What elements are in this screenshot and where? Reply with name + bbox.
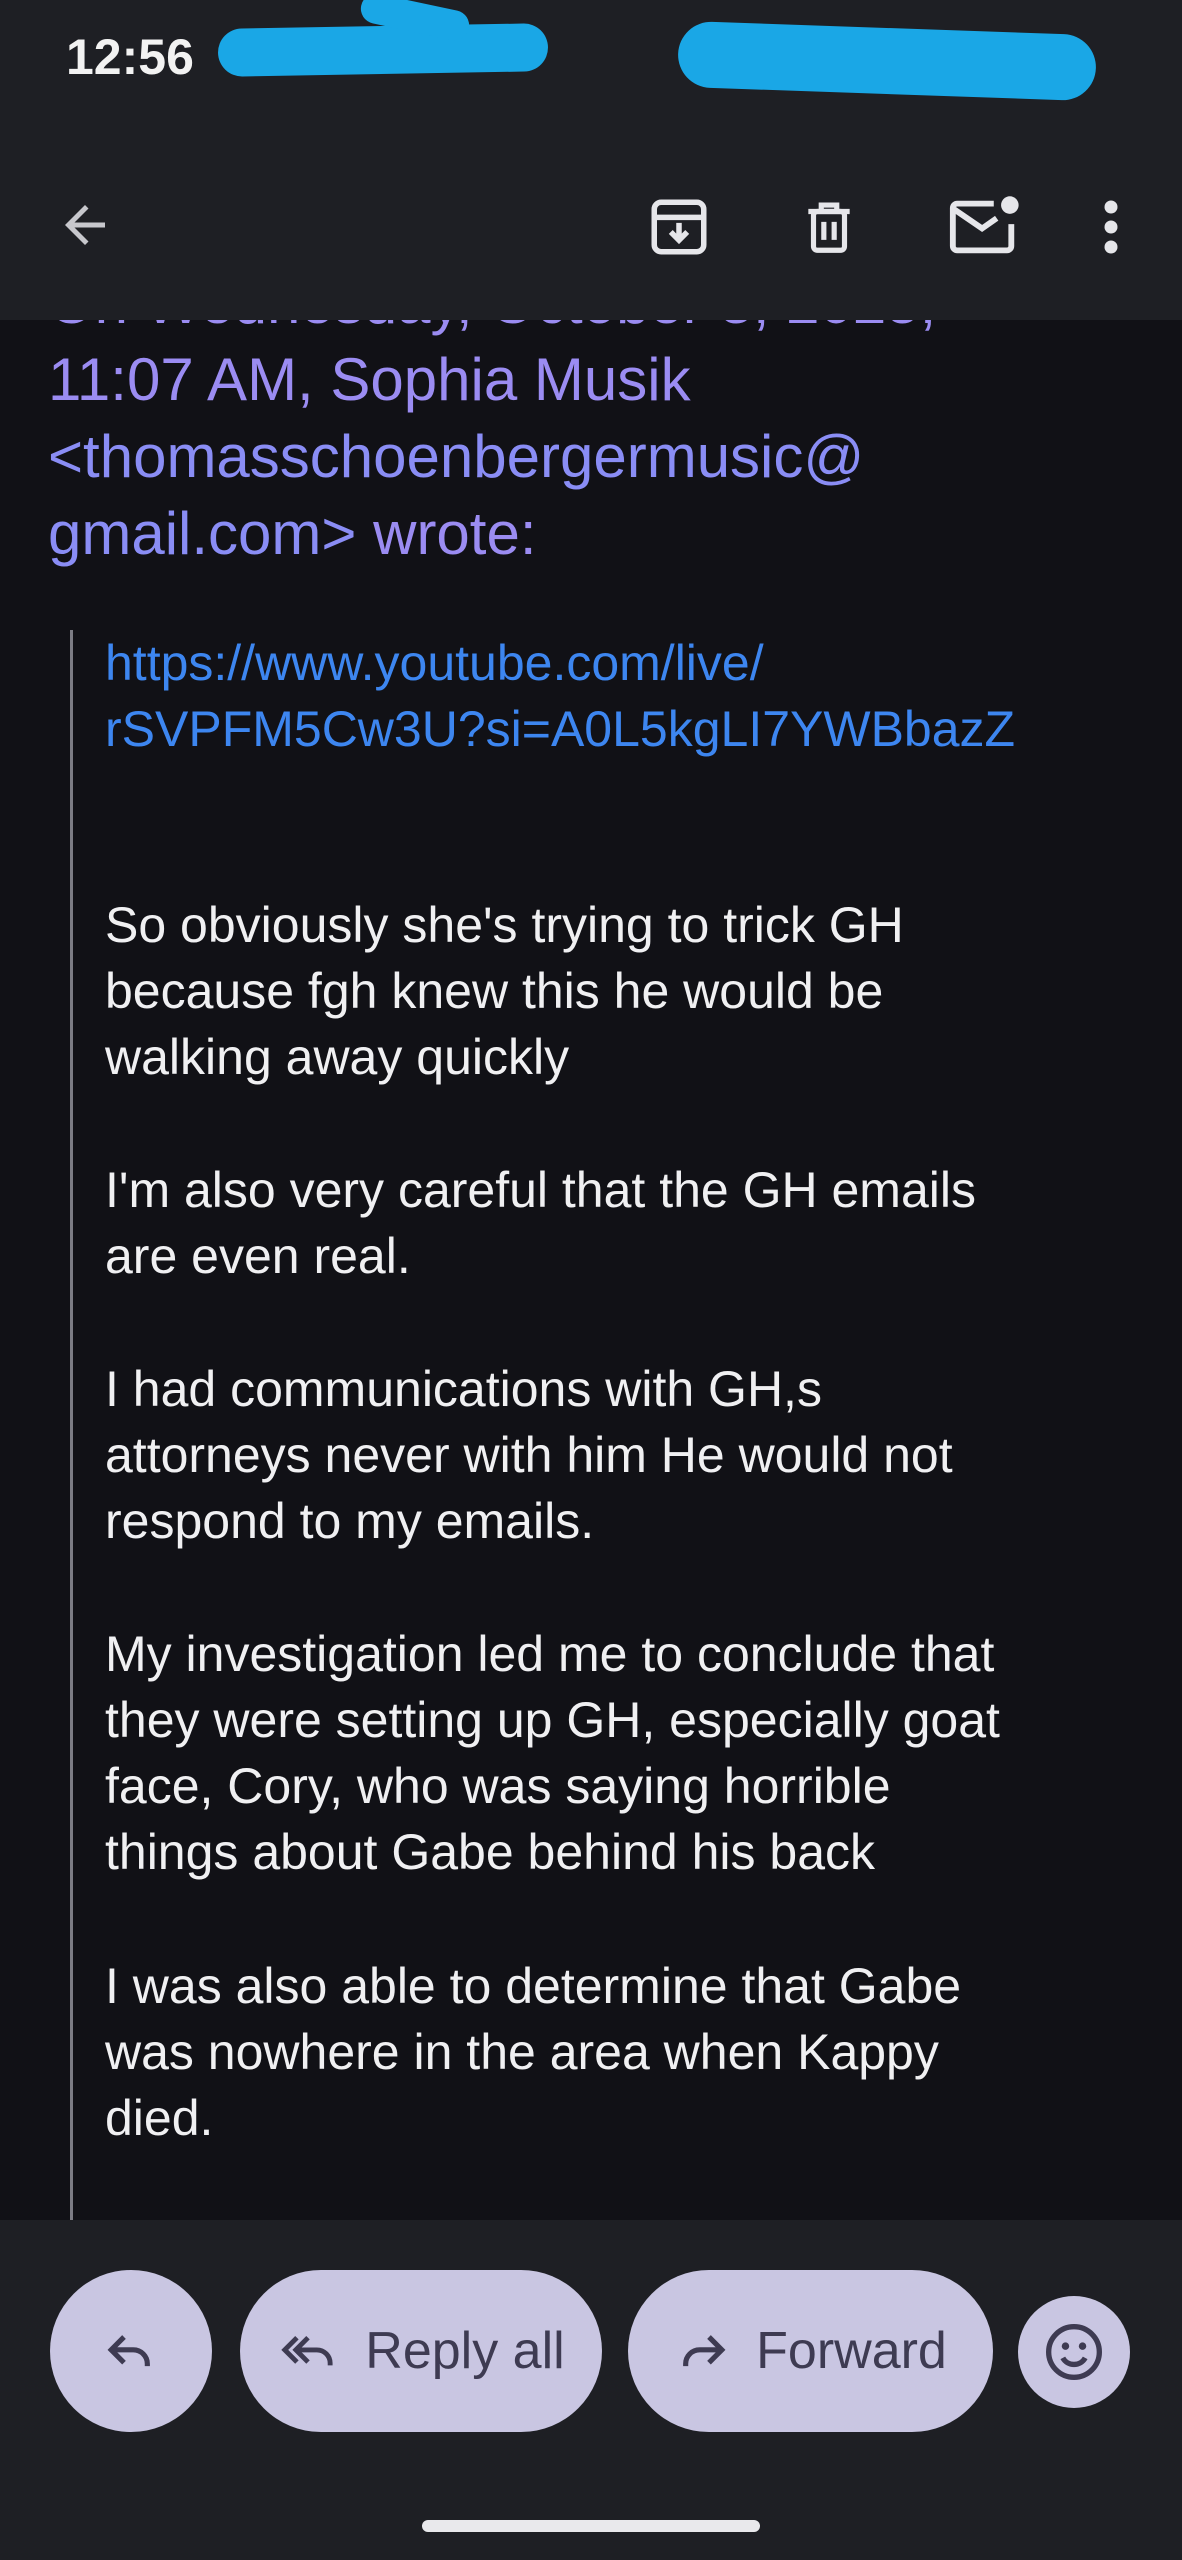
paragraph-line: I was also able to determine that Gabe — [105, 1958, 962, 2014]
paragraph-line: they were setting up GH, especially goat — [105, 1692, 1000, 1748]
reply-icon — [107, 2335, 150, 2367]
status-time: 12:56 — [66, 29, 194, 85]
paragraph-line: was nowhere in the area when Kappy — [105, 2024, 939, 2080]
quote-attribution-line: 11:07 AM, Sophia Musik — [48, 346, 691, 413]
smiley-icon — [1046, 2324, 1102, 2380]
back-arrow-icon — [65, 205, 105, 245]
action-bar: Reply all Forward — [0, 2220, 1182, 2560]
reply-all-label: Reply all — [365, 2322, 565, 2380]
email-toolbar — [0, 120, 1182, 320]
paragraph-line: walking away quickly — [105, 1029, 570, 1085]
redaction-mark — [217, 23, 549, 77]
forward-label: Forward — [756, 2322, 947, 2380]
message-paragraph: I was also able to determine that Gabe w… — [105, 1953, 1155, 2151]
reply-all-icon — [277, 2323, 339, 2379]
message-paragraph: I had communications with GH,s attorneys… — [105, 1356, 1155, 1554]
quote-attribution-line: On Wednesday, October 8, 2025, — [48, 320, 1128, 341]
paragraph-line: So obviously she's trying to trick GH — [105, 897, 904, 953]
paragraph-line: attorneys never with him He would not — [105, 1427, 953, 1483]
message-paragraph: My investigation led me to conclude that… — [105, 1621, 1155, 1885]
forward-icon — [674, 2323, 730, 2379]
paragraph-line: I had communications with GH,s — [105, 1361, 822, 1417]
paragraph-line: respond to my emails. — [105, 1493, 595, 1549]
paragraph-line: because fgh knew this he would be — [105, 963, 884, 1019]
quoted-message: https://www.youtube.com/live/ rSVPFM5Cw3… — [70, 630, 1153, 2220]
quote-sender-email-domain[interactable]: gmail.com> — [48, 500, 356, 567]
email-body[interactable]: On Wednesday, October 8, 2025, 11:07 AM,… — [0, 320, 1182, 2220]
archive-icon — [651, 199, 707, 255]
mark-unread-icon — [949, 196, 1019, 254]
more-vert-icon — [1104, 200, 1118, 254]
home-indicator[interactable] — [422, 2520, 760, 2532]
emoji-reaction-button[interactable] — [1018, 2296, 1130, 2408]
reply-button[interactable] — [50, 2270, 212, 2432]
trash-icon — [808, 202, 850, 253]
status-bar: 12:56 — [0, 0, 1182, 120]
youtube-link-line[interactable]: https://www.youtube.com/live/ — [105, 630, 1165, 696]
paragraph-line: are even real. — [105, 1228, 411, 1284]
paragraph-line: face, Cory, who was saying horrible — [105, 1758, 891, 1814]
back-button[interactable] — [40, 180, 130, 270]
message-paragraph: I'm also very careful that the GH emails… — [105, 1157, 1155, 1289]
reply-all-button[interactable]: Reply all — [240, 2270, 602, 2432]
archive-button[interactable] — [630, 178, 728, 276]
forward-button[interactable]: Forward — [628, 2270, 993, 2432]
youtube-link[interactable]: https://www.youtube.com/live/ rSVPFM5Cw3… — [105, 630, 1165, 762]
youtube-link-line[interactable]: rSVPFM5Cw3U?si=A0L5kgLI7YWBbazZ — [105, 696, 1165, 762]
quote-sender-email[interactable]: <thomasschoenbergermusic@ — [48, 418, 1128, 495]
mark-unread-button[interactable] — [930, 178, 1040, 276]
delete-button[interactable] — [780, 178, 878, 276]
paragraph-line: My investigation led me to conclude that — [105, 1626, 995, 1682]
redaction-mark — [676, 20, 1098, 102]
quote-attribution-line: gmail.com> wrote: — [48, 495, 1128, 572]
message-paragraph: So obviously she's trying to trick GH be… — [105, 892, 1155, 1090]
quote-wrote-label: wrote: — [356, 500, 537, 567]
more-options-button[interactable] — [1080, 178, 1142, 276]
paragraph-line: died. — [105, 2090, 214, 2146]
paragraph-line: things about Gabe behind his back — [105, 1824, 875, 1880]
paragraph-line: I'm also very careful that the GH emails — [105, 1162, 976, 1218]
quote-attribution: On Wednesday, October 8, 2025, 11:07 AM,… — [48, 320, 1128, 572]
